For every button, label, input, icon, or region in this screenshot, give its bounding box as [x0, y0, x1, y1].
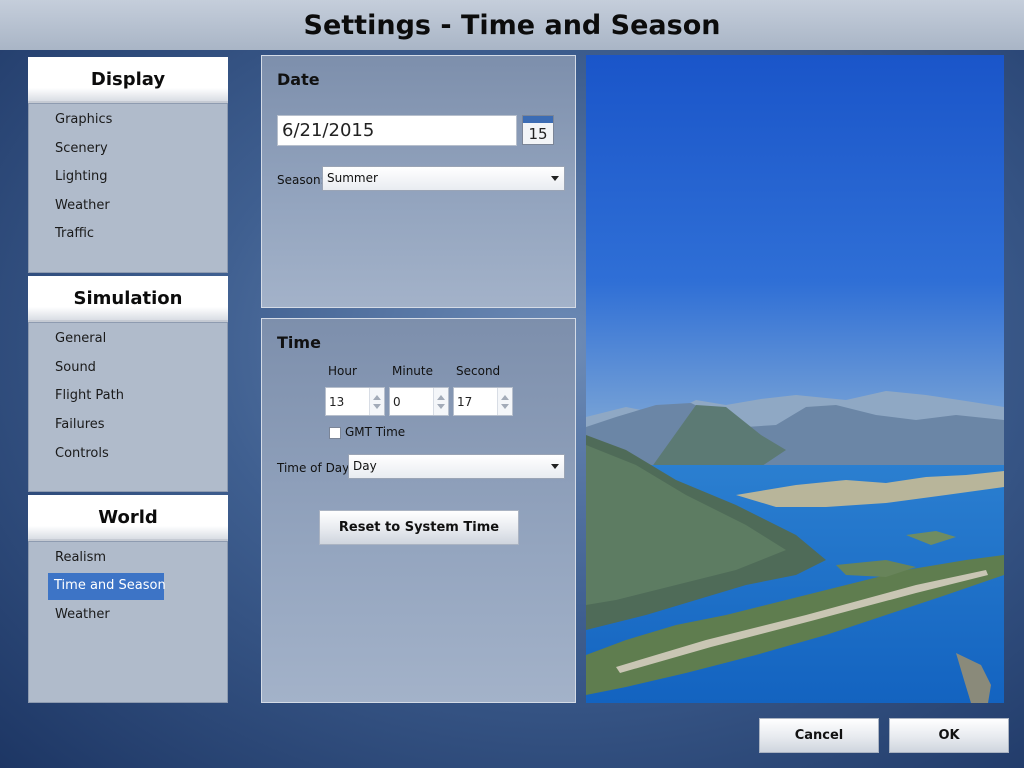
- sidebar-item-failures[interactable]: Failures: [49, 412, 111, 438]
- sidebar-item-traffic[interactable]: Traffic: [49, 221, 100, 247]
- hour-stepper[interactable]: 13: [325, 387, 385, 416]
- season-label: Season:: [277, 173, 325, 187]
- chevron-up-icon[interactable]: [501, 395, 509, 400]
- section-world-list: Realism Time and Season Weather: [28, 541, 228, 703]
- date-panel: Date 6/21/2015 15 Season: Summer: [261, 55, 576, 308]
- section-header-world: World: [28, 495, 228, 541]
- gmt-time-checkbox[interactable]: [329, 427, 341, 439]
- chevron-down-icon[interactable]: [373, 404, 381, 409]
- time-panel-title: Time: [277, 333, 321, 352]
- date-panel-title: Date: [277, 70, 320, 89]
- sidebar-item-general[interactable]: General: [49, 326, 112, 352]
- title-bar: Settings - Time and Season: [0, 0, 1024, 50]
- reset-to-system-time-button[interactable]: Reset to System Time: [319, 510, 519, 545]
- time-of-day-value: Day: [353, 459, 377, 473]
- date-input[interactable]: 6/21/2015: [277, 115, 517, 146]
- window-title: Settings - Time and Season: [303, 10, 721, 41]
- sidebar-item-controls[interactable]: Controls: [49, 441, 115, 467]
- second-stepper-buttons[interactable]: [497, 388, 512, 415]
- time-of-day-dropdown[interactable]: Day: [348, 454, 565, 479]
- minute-stepper-buttons[interactable]: [433, 388, 448, 415]
- sidebar-item-realism[interactable]: Realism: [49, 545, 112, 571]
- hour-value: 13: [329, 395, 345, 409]
- chevron-up-icon[interactable]: [373, 395, 381, 400]
- chevron-down-icon: [551, 464, 559, 469]
- calendar-icon: [523, 116, 553, 123]
- gmt-time-label: GMT Time: [345, 425, 406, 439]
- cancel-button[interactable]: Cancel: [759, 718, 879, 753]
- chevron-down-icon: [551, 176, 559, 181]
- hour-stepper-buttons[interactable]: [369, 388, 384, 415]
- time-of-day-label: Time of Day:: [277, 461, 353, 475]
- minute-label: Minute: [392, 364, 433, 378]
- calendar-icon-day: 15: [528, 125, 548, 143]
- section-header-simulation: Simulation: [28, 276, 228, 322]
- chevron-down-icon[interactable]: [437, 404, 445, 409]
- minute-stepper[interactable]: 0: [389, 387, 449, 416]
- section-simulation-list: General Sound Flight Path Failures Contr…: [28, 322, 228, 492]
- sidebar-item-time-and-season[interactable]: Time and Season: [48, 573, 166, 600]
- second-stepper[interactable]: 17: [453, 387, 513, 416]
- calendar-button[interactable]: 15: [522, 115, 554, 145]
- sidebar-item-weather-world[interactable]: Weather: [49, 602, 116, 628]
- second-label: Second: [456, 364, 501, 378]
- sidebar-item-sound[interactable]: Sound: [49, 355, 102, 381]
- hour-label: Hour: [328, 364, 357, 378]
- chevron-down-icon[interactable]: [501, 404, 509, 409]
- sidebar-item-flight-path[interactable]: Flight Path: [49, 383, 130, 409]
- season-dropdown[interactable]: Summer: [322, 166, 565, 191]
- sidebar-item-lighting[interactable]: Lighting: [49, 164, 114, 190]
- time-panel: Time Hour Minute Second 13 0 17 GMT Time…: [261, 318, 576, 703]
- section-header-display: Display: [28, 57, 228, 103]
- ok-button[interactable]: OK: [889, 718, 1009, 753]
- sidebar-item-scenery[interactable]: Scenery: [49, 136, 114, 162]
- chevron-up-icon[interactable]: [437, 395, 445, 400]
- season-dropdown-value: Summer: [327, 171, 378, 185]
- section-display-list: Graphics Scenery Lighting Weather Traffi…: [28, 103, 228, 273]
- second-value: 17: [457, 395, 473, 409]
- minute-value: 0: [393, 395, 401, 409]
- sidebar-item-graphics[interactable]: Graphics: [49, 107, 118, 133]
- scenery-preview-image: [586, 55, 1004, 703]
- sidebar-item-weather-display[interactable]: Weather: [49, 193, 116, 219]
